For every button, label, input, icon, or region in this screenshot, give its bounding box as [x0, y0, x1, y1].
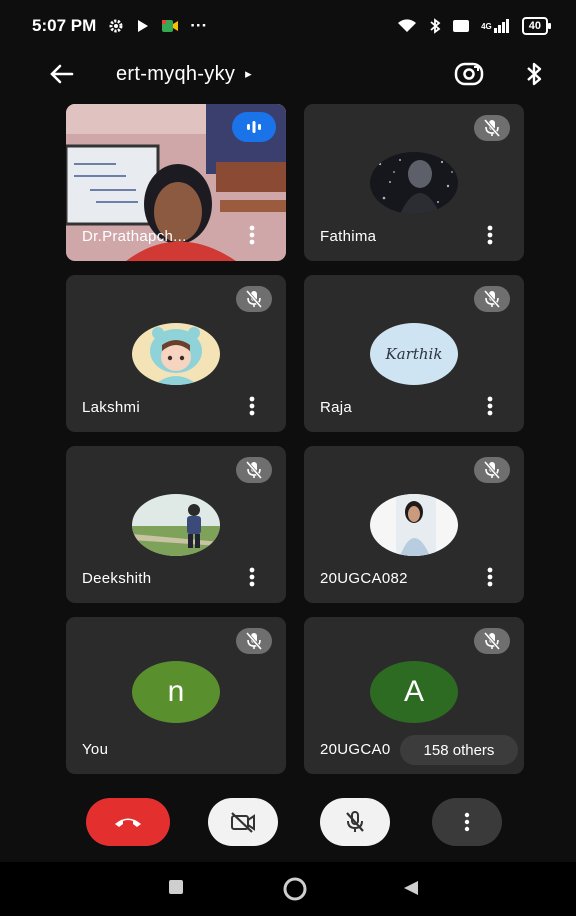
participant-name: Lakshmi: [82, 399, 140, 416]
avatar: [132, 493, 220, 556]
phone-hangup-icon: [115, 818, 141, 827]
participant-name: 20UGCA082: [320, 570, 408, 587]
network-type: 4G: [481, 21, 492, 31]
avatar: [132, 322, 220, 385]
participant-menu-icon[interactable]: [242, 394, 262, 418]
more-options-button[interactable]: [432, 798, 502, 846]
participant-menu-icon[interactable]: [242, 223, 262, 247]
mic-toggle-button[interactable]: [320, 798, 390, 846]
recents-button[interactable]: [168, 879, 184, 895]
more-vert-icon: [464, 812, 470, 832]
camera-toggle-button[interactable]: [208, 798, 278, 846]
avatar-text: Karthik: [385, 344, 443, 363]
system-nav-bar: [0, 862, 576, 916]
wifi-icon: [397, 19, 417, 33]
back-arrow-icon: [50, 64, 74, 84]
participant-name: Fathima: [320, 228, 377, 245]
avatar: n: [132, 661, 220, 724]
participant-name: You: [82, 741, 109, 758]
mic-off-icon: [474, 628, 510, 654]
battery-indicator: 40: [521, 17, 552, 35]
meeting-header: ert-myqh-yky ▸: [0, 52, 576, 96]
status-left: 5:07 PM ···: [32, 16, 207, 36]
meeting-details-caret-icon[interactable]: ▸: [245, 66, 252, 82]
participant-name: Raja: [320, 399, 353, 416]
avatar: [370, 151, 458, 214]
play-store-icon: [136, 19, 150, 33]
avatar-letter: n: [167, 675, 185, 709]
avatar-letter: A: [403, 675, 424, 709]
speaking-indicator-icon: [232, 112, 276, 142]
participant-tile[interactable]: Karthik Raja: [304, 275, 524, 432]
bluetooth-audio-icon[interactable]: [526, 62, 542, 86]
mic-off-icon: [474, 457, 510, 483]
end-call-button[interactable]: [86, 798, 170, 846]
mic-off-icon: [474, 115, 510, 141]
mic-off-icon: [236, 286, 272, 312]
mic-off-icon: [346, 811, 364, 832]
triangle-back-icon: [404, 881, 418, 895]
participant-tile[interactable]: Deekshith: [66, 446, 286, 603]
meeting-code[interactable]: ert-myqh-yky: [116, 63, 235, 86]
mic-off-icon: [236, 628, 272, 654]
back-nav-button[interactable]: [402, 879, 420, 897]
participant-name: Dr.Prathapch...: [82, 228, 187, 245]
header-actions: [454, 61, 542, 87]
signal-icon: 4G: [481, 19, 510, 33]
mic-off-icon: [474, 286, 510, 312]
avatar: [370, 493, 458, 556]
home-circle-icon: [283, 877, 307, 901]
switch-camera-icon[interactable]: [454, 61, 484, 87]
home-button[interactable]: [282, 876, 308, 902]
call-controls: [0, 790, 576, 860]
participant-name: Deekshith: [82, 570, 152, 587]
square-icon: [169, 880, 183, 894]
participant-menu-icon[interactable]: [480, 394, 500, 418]
volte-icon: [453, 19, 470, 33]
avatar: A: [370, 661, 458, 724]
participant-name: 20UGCA0: [320, 741, 391, 758]
participant-tile-self[interactable]: n You: [66, 617, 286, 774]
status-right: 4G 40: [397, 17, 552, 35]
others-count-pill[interactable]: 158 others: [400, 735, 518, 765]
meet-app-icon: [162, 19, 179, 33]
status-bar: 5:07 PM ··· 4G 40: [0, 0, 576, 52]
participant-tile[interactable]: A 20UGCA0 158 others: [304, 617, 524, 774]
participant-menu-icon[interactable]: [480, 565, 500, 589]
gear-icon: [108, 18, 124, 34]
camera-off-icon: [231, 812, 255, 833]
bluetooth-status-icon: [429, 18, 441, 34]
status-more-dots: ···: [190, 16, 208, 35]
participant-tile[interactable]: Fathima: [304, 104, 524, 261]
participant-menu-icon[interactable]: [242, 565, 262, 589]
participant-menu-icon[interactable]: [480, 223, 500, 247]
avatar: Karthik: [370, 322, 458, 385]
back-button[interactable]: [46, 58, 78, 90]
status-time: 5:07 PM: [32, 16, 97, 35]
participant-tile[interactable]: Dr.Prathapch...: [66, 104, 286, 261]
participant-tile[interactable]: Lakshmi: [66, 275, 286, 432]
participant-tile[interactable]: 20UGCA082: [304, 446, 524, 603]
mic-off-icon: [236, 457, 272, 483]
